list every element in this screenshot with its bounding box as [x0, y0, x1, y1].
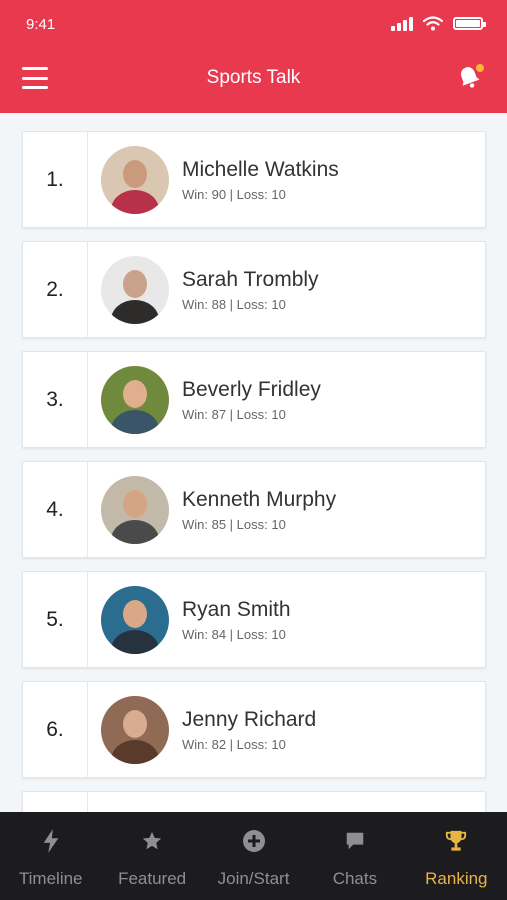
player-stats: Win: 88 | Loss: 10 [182, 297, 286, 312]
plus-circle-icon [242, 828, 266, 859]
tab-label: Chats [332, 869, 378, 888]
tab-label: Featured [118, 869, 187, 888]
player-name: Michelle Watkins [182, 158, 339, 181]
app-header: 9:41 Sports Talk [0, 0, 507, 113]
avatar[interactable] [101, 475, 169, 544]
avatar[interactable] [101, 365, 169, 434]
ranking-card[interactable]: 3. Beverly Fridley Win: 87 | Loss: 10 [22, 351, 486, 448]
notification-dot [476, 64, 484, 72]
player-name: Ryan Smith [182, 598, 291, 621]
rank-number: 6. [23, 682, 88, 777]
player-info: Sarah Trombly Win: 88 | Loss: 10 [182, 267, 319, 312]
rank-number: 3. [23, 352, 88, 447]
player-stats: Win: 82 | Loss: 10 [182, 737, 286, 752]
ranking-card[interactable]: 2. Sarah Trombly Win: 88 | Loss: 10 [22, 241, 486, 338]
tab-join-start[interactable]: Join/Start [203, 812, 304, 900]
tab-label: Timeline [18, 869, 83, 888]
tab-ranking[interactable]: Ranking [406, 812, 507, 900]
ranking-card[interactable]: 5. Ryan Smith Win: 84 | Loss: 10 [22, 571, 486, 668]
chat-icon [344, 828, 366, 859]
tab-chats[interactable]: Chats [304, 812, 405, 900]
page-title: Sports Talk [206, 67, 301, 88]
avatar[interactable] [101, 145, 169, 214]
player-stats: Win: 85 | Loss: 10 [182, 517, 286, 532]
tab-timeline[interactable]: Timeline [0, 812, 101, 900]
ranking-card[interactable]: 6. Jenny Richard Win: 82 | Loss: 10 [22, 681, 486, 778]
battery-icon [453, 17, 486, 30]
player-name: Beverly Fridley [182, 378, 321, 401]
lightning-icon [40, 828, 62, 859]
player-name: Kenneth Murphy [182, 488, 337, 511]
player-info: Michelle Watkins Win: 90 | Loss: 10 [182, 157, 339, 202]
player-stats: Win: 90 | Loss: 10 [182, 187, 286, 202]
status-time: 9:41 [26, 16, 56, 33]
player-info: Beverly Fridley Win: 87 | Loss: 10 [182, 377, 321, 422]
rank-number: 4. [23, 462, 88, 557]
rank-number: 2. [23, 242, 88, 337]
player-info: Ryan Smith Win: 84 | Loss: 10 [182, 597, 291, 642]
tab-featured[interactable]: Featured [101, 812, 202, 900]
status-icons [391, 16, 486, 31]
avatar[interactable] [101, 585, 169, 654]
signal-icon [391, 16, 413, 31]
ranking-card[interactable]: 1. Michelle Watkins Win: 90 | Loss: 10 [22, 131, 486, 228]
player-stats: Win: 87 | Loss: 10 [182, 407, 286, 422]
player-info: Kenneth Murphy Win: 85 | Loss: 10 [182, 487, 336, 532]
rank-number: 5. [23, 572, 88, 667]
notification-button[interactable] [457, 64, 484, 94]
tab-bar: Timeline Featured Join/Start Chats Ranki… [0, 812, 507, 900]
trophy-icon [445, 828, 467, 859]
player-info: Jenny Richard Win: 82 | Loss: 10 [182, 707, 316, 752]
avatar[interactable] [101, 255, 169, 324]
star-icon [141, 828, 163, 859]
tab-label: Join/Start [217, 869, 290, 888]
player-name: Sarah Trombly [182, 268, 319, 291]
avatar[interactable] [101, 695, 169, 764]
wifi-icon [423, 16, 443, 31]
ranking-list: 1. Michelle Watkins Win: 90 | Loss: 10 2… [22, 131, 486, 900]
player-name: Jenny Richard [182, 708, 317, 731]
player-stats: Win: 84 | Loss: 10 [182, 627, 286, 642]
tab-label: Ranking [425, 869, 488, 888]
rank-number: 1. [23, 132, 88, 227]
ranking-card[interactable]: 4. Kenneth Murphy Win: 85 | Loss: 10 [22, 461, 486, 558]
